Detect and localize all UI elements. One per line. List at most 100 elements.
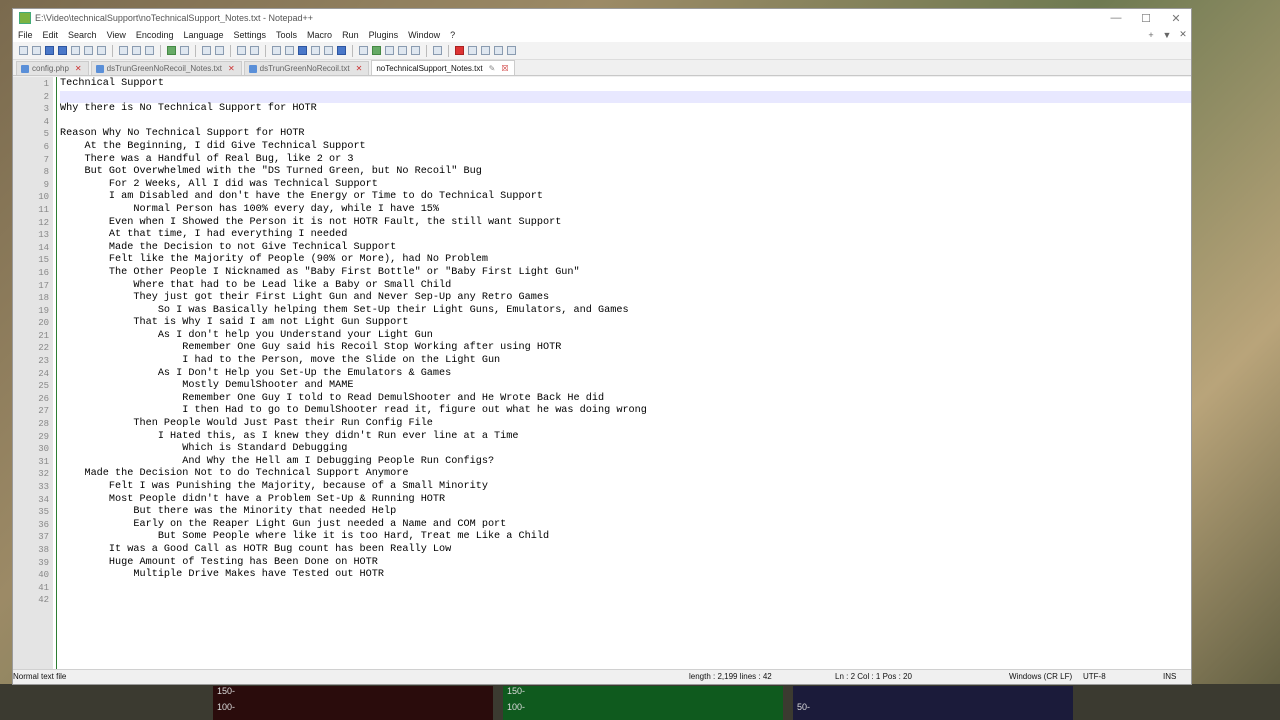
text-line[interactable]: But Some People where like it is too Har… (60, 531, 1191, 544)
function-list-icon[interactable] (385, 46, 394, 55)
text-line[interactable]: Most People didn't have a Problem Set-Up… (60, 494, 1191, 507)
text-line[interactable]: Normal Person has 100% every day, while … (60, 204, 1191, 217)
text-line[interactable] (60, 116, 1191, 129)
open-file-icon[interactable] (32, 46, 41, 55)
undo-icon[interactable] (167, 46, 176, 55)
text-line[interactable] (60, 594, 1191, 607)
text-line[interactable]: As I Don't Help you Set-Up the Emulators… (60, 368, 1191, 381)
menu-edit[interactable]: Edit (38, 30, 64, 40)
paste-icon[interactable] (145, 46, 154, 55)
text-line[interactable]: But there was the Minority that needed H… (60, 506, 1191, 519)
text-line[interactable]: For 2 Weeks, All I did was Technical Sup… (60, 179, 1191, 192)
save-macro-icon[interactable] (507, 46, 516, 55)
document-map-icon[interactable] (337, 46, 346, 55)
text-line[interactable]: Made the Decision Not to do Technical Su… (60, 468, 1191, 481)
menu-run[interactable]: Run (337, 30, 364, 40)
text-line[interactable]: Early on the Reaper Light Gun just neede… (60, 519, 1191, 532)
text-line[interactable]: There was a Handful of Real Bug, like 2 … (60, 154, 1191, 167)
tab-list-dropdown-icon[interactable]: ▼ (1159, 30, 1175, 40)
text-line[interactable]: Multiple Drive Makes have Tested out HOT… (60, 569, 1191, 582)
menu-view[interactable]: View (102, 30, 131, 40)
tab-close-icon[interactable]: ✕ (75, 64, 82, 73)
text-line[interactable]: Reason Why No Technical Support for HOTR (60, 128, 1191, 141)
menu-file[interactable]: File (13, 30, 38, 40)
text-line[interactable]: I had to the Person, move the Slide on t… (60, 355, 1191, 368)
text-line[interactable]: Remember One Guy said his Recoil Stop Wo… (60, 342, 1191, 355)
menu-encoding[interactable]: Encoding (131, 30, 179, 40)
text-line[interactable]: I am Disabled and don't have the Energy … (60, 191, 1191, 204)
text-line[interactable]: But Got Overwhelmed with the "DS Turned … (60, 166, 1191, 179)
tab-close-icon[interactable]: ☒ (501, 64, 508, 73)
tab-noTechnicalSupport-notes[interactable]: noTechnicalSupport_Notes.txt ✎ ☒ (371, 60, 516, 75)
new-tab-plus-icon[interactable]: + (1143, 30, 1159, 40)
word-wrap-icon[interactable] (298, 46, 307, 55)
text-line[interactable]: So I was Basically helping them Set-Up t… (60, 305, 1191, 318)
text-line[interactable]: Felt like the Majority of People (90% or… (60, 254, 1191, 267)
zoom-out-icon[interactable] (250, 46, 259, 55)
text-line[interactable]: At the Beginning, I did Give Technical S… (60, 141, 1191, 154)
eye-icon[interactable] (433, 46, 442, 55)
text-area[interactable]: Technical Support Why there is No Technic… (57, 77, 1191, 671)
text-line[interactable]: Made the Decision to not Give Technical … (60, 242, 1191, 255)
text-line[interactable]: They just got their First Light Gun and … (60, 292, 1191, 305)
close-button[interactable]: ✕ (1161, 12, 1191, 25)
print-icon[interactable] (97, 46, 106, 55)
menu-plugins[interactable]: Plugins (364, 30, 404, 40)
folder-workspace-icon[interactable] (398, 46, 407, 55)
run-macro-multiple-icon[interactable] (494, 46, 503, 55)
text-line[interactable] (60, 90, 1191, 104)
sync-horizontal-icon[interactable] (285, 46, 294, 55)
copy-icon[interactable] (132, 46, 141, 55)
menu-settings[interactable]: Settings (229, 30, 272, 40)
zoom-in-icon[interactable] (237, 46, 246, 55)
text-line[interactable]: I Hated this, as I knew they didn't Run … (60, 431, 1191, 444)
save-icon[interactable] (45, 46, 54, 55)
text-line[interactable]: It was a Good Call as HOTR Bug count has… (60, 544, 1191, 557)
sync-scroll-icon[interactable] (272, 46, 281, 55)
tab-close-icon[interactable]: ✕ (228, 64, 235, 73)
text-line[interactable]: Even when I Showed the Person it is not … (60, 217, 1191, 230)
indent-guide-icon[interactable] (324, 46, 333, 55)
text-line[interactable]: That is Why I said I am not Light Gun Su… (60, 317, 1191, 330)
insert-mode[interactable]: INS (1163, 672, 1176, 681)
menu-search[interactable]: Search (63, 30, 102, 40)
title-bar[interactable]: E:\Video\technicalSupport\noTechnicalSup… (13, 9, 1191, 27)
text-line[interactable]: Remember One Guy I told to Read DemulSho… (60, 393, 1191, 406)
text-line[interactable]: At that time, I had everything I needed (60, 229, 1191, 242)
text-line[interactable]: And Why the Hell am I Debugging People R… (60, 456, 1191, 469)
find-icon[interactable] (202, 46, 211, 55)
eol-format[interactable]: Windows (CR LF) (1009, 672, 1072, 681)
tab-dsTrunGreenNoRecoil-notes[interactable]: dsTrunGreenNoRecoil_Notes.txt ✕ (90, 61, 242, 75)
language-icon[interactable] (359, 46, 368, 55)
monitoring-icon[interactable] (411, 46, 420, 55)
text-line[interactable]: Huge Amount of Testing has Been Done on … (60, 557, 1191, 570)
text-line[interactable]: Why there is No Technical Support for HO… (60, 103, 1191, 116)
cut-icon[interactable] (119, 46, 128, 55)
tab-close-icon[interactable]: ✕ (356, 64, 363, 73)
text-line[interactable]: The Other People I Nicknamed as "Baby Fi… (60, 267, 1191, 280)
encoding[interactable]: UTF-8 (1083, 672, 1106, 681)
text-line[interactable]: Which is Standard Debugging (60, 443, 1191, 456)
new-file-icon[interactable] (19, 46, 28, 55)
close-all-icon[interactable] (84, 46, 93, 55)
text-line[interactable]: Then People Would Just Past their Run Co… (60, 418, 1191, 431)
menu-window[interactable]: Window (403, 30, 445, 40)
maximize-button[interactable]: ☐ (1131, 12, 1161, 25)
text-line[interactable]: Technical Support (60, 78, 1191, 91)
tab-dsTrunGreenNoRecoil[interactable]: dsTrunGreenNoRecoil.txt ✕ (243, 61, 370, 75)
text-line[interactable] (60, 582, 1191, 595)
menu-macro[interactable]: Macro (302, 30, 337, 40)
save-all-icon[interactable] (58, 46, 67, 55)
menu-tools[interactable]: Tools (271, 30, 302, 40)
text-line[interactable]: Mostly DemulShooter and MAME (60, 380, 1191, 393)
redo-icon[interactable] (180, 46, 189, 55)
text-line[interactable]: I then Had to go to DemulShooter read it… (60, 405, 1191, 418)
close-icon[interactable] (71, 46, 80, 55)
menu-language[interactable]: Language (178, 30, 228, 40)
play-macro-icon[interactable] (481, 46, 490, 55)
minimize-button[interactable]: — (1101, 12, 1131, 24)
show-all-chars-icon[interactable] (311, 46, 320, 55)
text-line[interactable]: As I don't help you Understand your Ligh… (60, 330, 1191, 343)
editor-area[interactable]: 1 2 3 4 5 6 7 8 9 10 11 12 13 14 15 16 17 18 19 20 21 22 23 24 2… (13, 77, 1191, 671)
stop-macro-icon[interactable] (468, 46, 477, 55)
